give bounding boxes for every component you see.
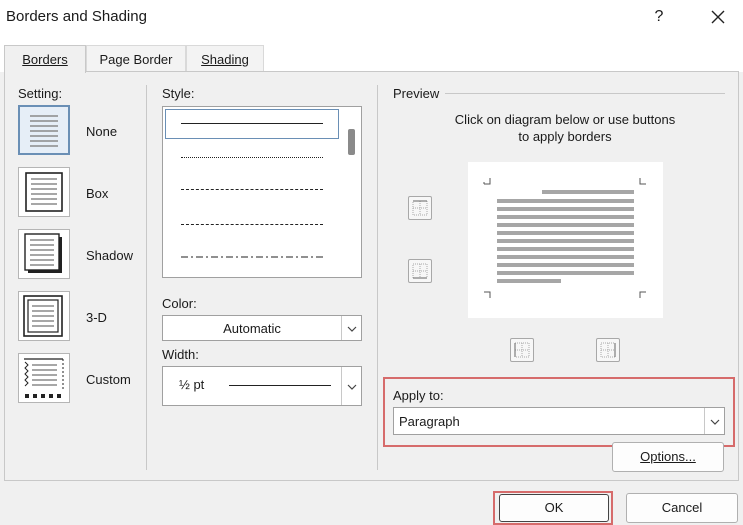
help-button[interactable]: ? [644,6,674,28]
setting-3d-graphic [23,295,63,337]
setting-none-icon[interactable] [18,105,70,155]
right-border-button[interactable] [596,338,620,362]
width-sample-line [229,385,331,386]
preview-label: Preview [393,86,440,101]
preview-text-line [497,263,634,267]
style-dashed-small-line[interactable] [181,189,323,190]
color-dropdown[interactable]: Automatic [162,315,362,341]
right-border-icon [600,342,616,358]
options-label: Options... [640,449,696,464]
preview-text-line [497,271,634,275]
left-border-button[interactable] [510,338,534,362]
style-label: Style: [162,86,195,101]
setting-box-icon[interactable] [18,167,70,217]
preview-text-line [497,239,634,243]
apply-to-chevron-down-icon[interactable] [704,408,724,434]
close-icon [711,10,725,24]
apply-to-value: Paragraph [399,414,460,429]
left-border-icon [514,342,530,358]
tab-borders[interactable]: Borders [4,45,86,73]
setting-custom-label[interactable]: Custom [86,372,131,387]
dialog-title: Borders and Shading [6,8,147,25]
preview-instruction-line1: Click on diagram below or use buttons [454,112,676,127]
divider-right [377,85,378,470]
apply-to-label: Apply to: [393,388,444,403]
preview-text-line [497,223,634,227]
setting-3d-icon[interactable] [18,291,70,341]
setting-shadow-icon[interactable] [18,229,70,279]
style-scroll-thumb[interactable] [348,129,355,155]
tab-borders-label: Borders [22,52,68,67]
width-value: ½ pt [179,377,205,392]
divider-left [146,85,147,470]
bottom-border-button[interactable] [408,259,432,283]
width-label: Width: [162,347,199,362]
color-value: Automatic [223,321,281,336]
preview-text-line [497,199,634,203]
preview-rule [445,93,725,94]
preview-text-line [497,247,634,251]
style-dash-dot-line[interactable] [181,255,325,259]
preview-instruction-line2: to apply borders [518,129,612,144]
apply-to-dropdown[interactable]: Paragraph [393,407,725,435]
top-border-button[interactable] [408,196,432,220]
top-border-icon [412,200,428,216]
setting-custom-graphic [24,358,64,398]
setting-custom-icon[interactable] [18,353,70,403]
style-list[interactable] [162,106,362,278]
tab-shading[interactable]: Shading [186,45,264,72]
preview-diagram[interactable] [468,162,663,318]
close-button[interactable] [703,6,733,28]
options-button[interactable]: Options... [612,442,724,472]
style-solid-line[interactable] [181,123,323,124]
setting-none-label[interactable]: None [86,124,117,139]
preview-text-line [542,190,634,194]
setting-box-label[interactable]: Box [86,186,108,201]
ok-button[interactable]: OK [499,494,609,522]
style-dotted-line[interactable] [181,157,323,158]
preview-text-line [497,279,561,283]
setting-label: Setting: [18,86,63,101]
setting-shadow-label[interactable]: Shadow [86,248,133,263]
tab-page-border-label: Page Border [99,52,173,67]
setting-box-graphic [25,172,63,212]
tab-page-border[interactable]: Page Border [86,45,186,72]
preview-text-line [497,231,634,235]
tab-shading-label: Shading [201,52,249,67]
width-dropdown[interactable]: ½ pt [162,366,362,406]
style-selection [165,109,339,139]
bottom-border-icon [412,263,428,279]
setting-3d-label[interactable]: 3-D [86,310,107,325]
color-label: Color: [162,296,197,311]
setting-shadow-graphic [24,233,62,273]
preview-text-line [497,255,634,259]
cancel-button[interactable]: Cancel [626,493,738,523]
preview-text-line [497,215,634,219]
width-chevron-down-icon[interactable] [341,367,361,405]
style-dashed-line[interactable] [181,224,323,225]
setting-none-graphic [30,115,58,147]
preview-text-line [497,207,634,211]
color-chevron-down-icon[interactable] [341,316,361,340]
